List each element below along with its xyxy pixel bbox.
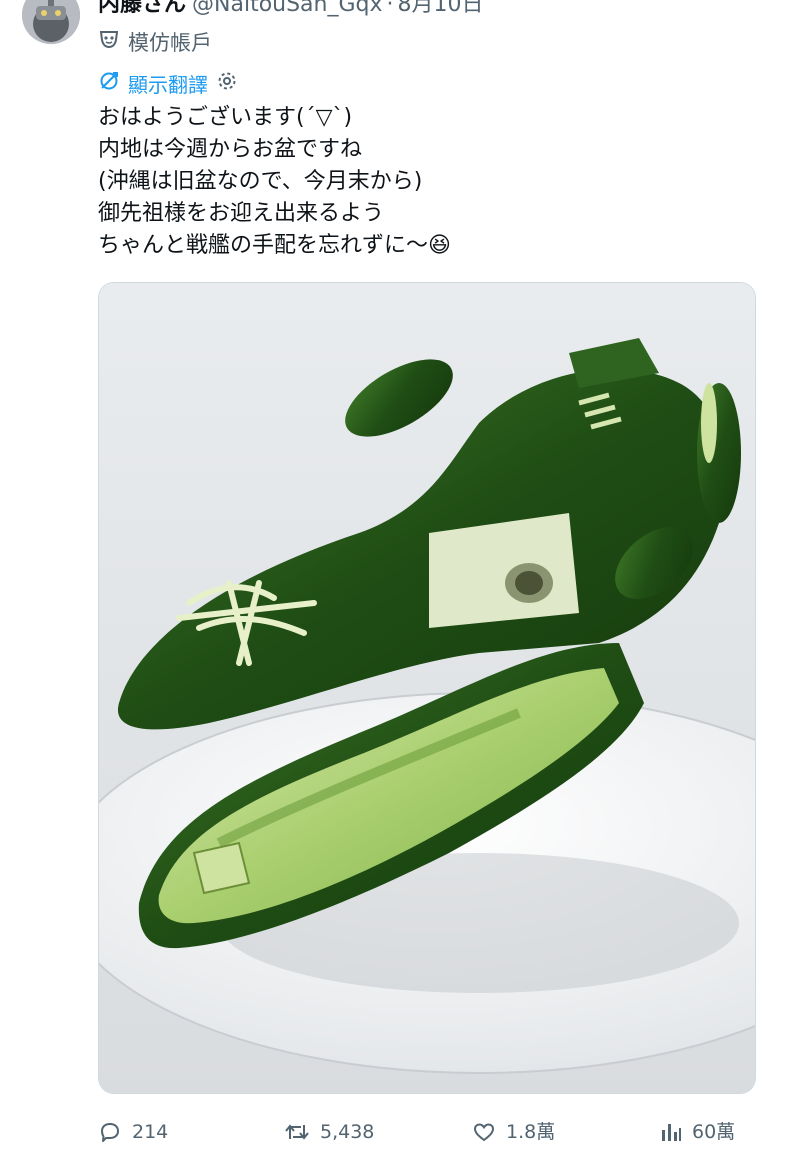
account-label-text: 模仿帳戶 [128,30,212,55]
repost-button[interactable]: 5,438 [284,1114,374,1150]
tweet-text-line: (沖縄は旧盆なので、今月末から) [98,169,423,194]
tweet-text-line: ちゃんと戦艦の手配を忘れずに～😆 [98,233,451,258]
like-button[interactable]: 1.8萬 [472,1114,555,1150]
heart-icon [472,1120,496,1144]
separator-dot: · [386,0,394,17]
tweet-actions: 214 5,438 1.8萬 60萬 [98,1114,758,1150]
translate-row: 顯示翻譯 [98,70,238,99]
translate-icon[interactable] [98,70,120,99]
tweet-text: おはようございます(´▽`) 内地は今週からお盆ですね (沖縄は旧盆なので、今月… [98,102,778,262]
tweet-text-line: 御先祖様をお迎え出来るよう [98,201,385,226]
repost-count: 5,438 [320,1121,375,1143]
speech-bubble-icon [98,1120,122,1144]
bar-chart-icon [660,1120,682,1144]
author-handle[interactable]: @NaitouSan_Gqx [192,0,383,17]
tweet-text-line: おはようございます(´▽`) [98,105,353,130]
tweet-date[interactable]: 8月10日 [398,0,484,17]
like-count: 1.8萬 [506,1121,556,1143]
avatar[interactable] [22,0,80,44]
gear-icon[interactable] [216,70,238,99]
repost-icon [284,1120,310,1144]
views-count: 60萬 [692,1121,736,1143]
author-display-name[interactable]: 内藤さん [98,0,186,17]
tweet-text-line: 内地は今週からお盆ですね [98,137,363,162]
translate-link[interactable]: 顯示翻譯 [128,71,208,99]
reply-button[interactable]: 214 [98,1114,168,1150]
tweet-header: 内藤さん @NaitouSan_Gqx · 8月10日 [98,0,484,18]
account-label: 模仿帳戶 [98,28,212,57]
mask-icon [98,28,120,57]
reply-count: 214 [132,1121,169,1143]
views-button[interactable]: 60萬 [660,1114,735,1150]
tweet-photo[interactable] [98,282,756,1094]
